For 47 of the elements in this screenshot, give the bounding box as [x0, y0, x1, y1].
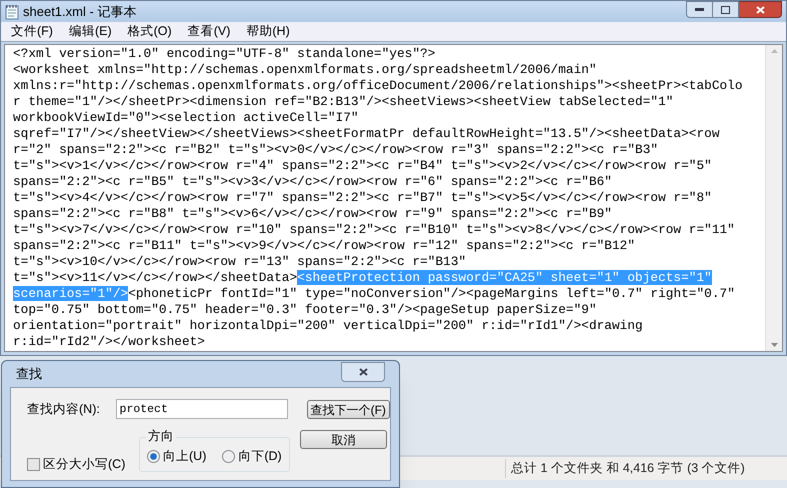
code-line: t="s"><v>10</v></c></row><row r="13" spans="2:2"><c r="B13" — [13, 254, 466, 270]
minimize-icon — [695, 8, 704, 11]
code-line: t="s"><v>7</v></c></row><row r="10" spans="2:2"><c r="B10" t="s"><v>8</v></c></row><row r="11" — [13, 222, 735, 238]
close-button[interactable] — [739, 1, 782, 18]
code-line: r:id="rId2"/></worksheet> — [13, 334, 205, 350]
scroll-down-icon — [770, 343, 778, 347]
code-line: orientation="portrait" horizontalDpi="200" verticalDpi="200" r:id="rId1"/><drawing — [13, 318, 643, 334]
match-case-checkbox[interactable]: 区分大小写(C) — [27, 455, 126, 474]
find-next-button[interactable]: 查找下一个(F) — [306, 400, 390, 418]
dialog-title: 查找 — [16, 365, 42, 384]
code-line: xmlns:r="http://schemas.openxmlformats.org/officeDocument/2006/relationships"><sheetPr><tabColo — [13, 78, 743, 94]
code-line: t="s"><v>11</v></c></row></sheetData><sheetProtection password="CA25" sheet="1" objects="1" — [13, 270, 712, 286]
direction-label: 方向 — [146, 428, 176, 444]
maximize-icon — [721, 6, 730, 14]
menu-item[interactable]: 查看(V) — [182, 22, 236, 41]
code-line: spans="2:2"><c r="B5" t="s"><v>3</v></c></row><row r="6" spans="2:2"><c r="B6" — [13, 174, 612, 190]
minimize-button[interactable] — [686, 1, 713, 18]
status-text: 总计 1 个文件夹 和 4,416 字节 (3 个文件) — [505, 459, 745, 478]
maximize-button[interactable] — [713, 1, 739, 18]
cancel-button[interactable]: 取消 — [300, 430, 387, 449]
code-line: top="0.75" bottom="0.75" header="0.3" footer="0.3"/><pageSetup paperSize="9" — [13, 302, 597, 318]
code-line: spans="2:2"><c r="B8" t="s"><v>6</v></c></row><row r="9" spans="2:2"><c r="B9" — [13, 206, 612, 222]
menu-item[interactable]: 格式(O) — [122, 22, 178, 41]
code-line: <?xml version="1.0" encoding="UTF-8" standalone="yes"?> — [13, 46, 436, 62]
direction-radio[interactable]: 向上(U) — [147, 447, 206, 466]
code-line: sqref="I7"/></sheetView></sheetViews><sheetFormatPr defaultRowHeight="13.5"/><sheetData><row — [13, 126, 720, 142]
find-input-field[interactable]: protect — [116, 399, 288, 419]
menu-item[interactable]: 编辑(E) — [62, 22, 118, 41]
scroll-up-icon — [770, 49, 778, 53]
code-line: t="s"><v>4</v></c></row><row r="7" spans="2:2"><c r="B7" t="s"><v>5</v></c></row><row r="8" — [13, 190, 712, 206]
scrollbar[interactable] — [765, 45, 782, 351]
window-title: sheet1.xml - 记事本 — [23, 2, 136, 21]
notepad-icon — [5, 4, 19, 20]
code-line: spans="2:2"><c r="B11" t="s"><v>9</v></c></row><row r="12" spans="2:2"><c r="B12" — [13, 238, 636, 254]
close-icon — [756, 6, 764, 14]
code-line: r="2" spans="2:2"><c r="B2" t="s"><v>0</v></c></row><row r="3" spans="2:2"><c r="B3" — [13, 142, 658, 158]
code-line: t="s"><v>1</v></c></row><row r="4" spans="2:2"><c r="B4" t="s"><v>2</v></c></row><row r="5" — [13, 158, 712, 174]
menu-item[interactable]: 帮助(H) — [240, 22, 296, 41]
code-line: <worksheet xmlns="http://schemas.openxmlformats.org/spreadsheetml/2006/main" — [13, 62, 597, 78]
dialog-close-button[interactable] — [341, 362, 385, 382]
code-line: r theme="1"/></sheetPr><dimension ref="B2:B13"/><sheetViews><sheetView tabSelected="1" — [13, 94, 674, 110]
find-label: 查找内容(N): — [27, 400, 101, 418]
code-line: scenarios="1"/><phoneticPr fontId="1" type="noConversion"/><pageMargins left="0.7" right="0.7" — [13, 286, 735, 302]
close-icon — [358, 368, 368, 376]
menu-item[interactable]: 文件(F) — [5, 22, 59, 41]
code-line: workbookViewId="0"><selection activeCell="I7" — [13, 110, 359, 126]
direction-radio[interactable]: 向下(D) — [222, 447, 282, 466]
